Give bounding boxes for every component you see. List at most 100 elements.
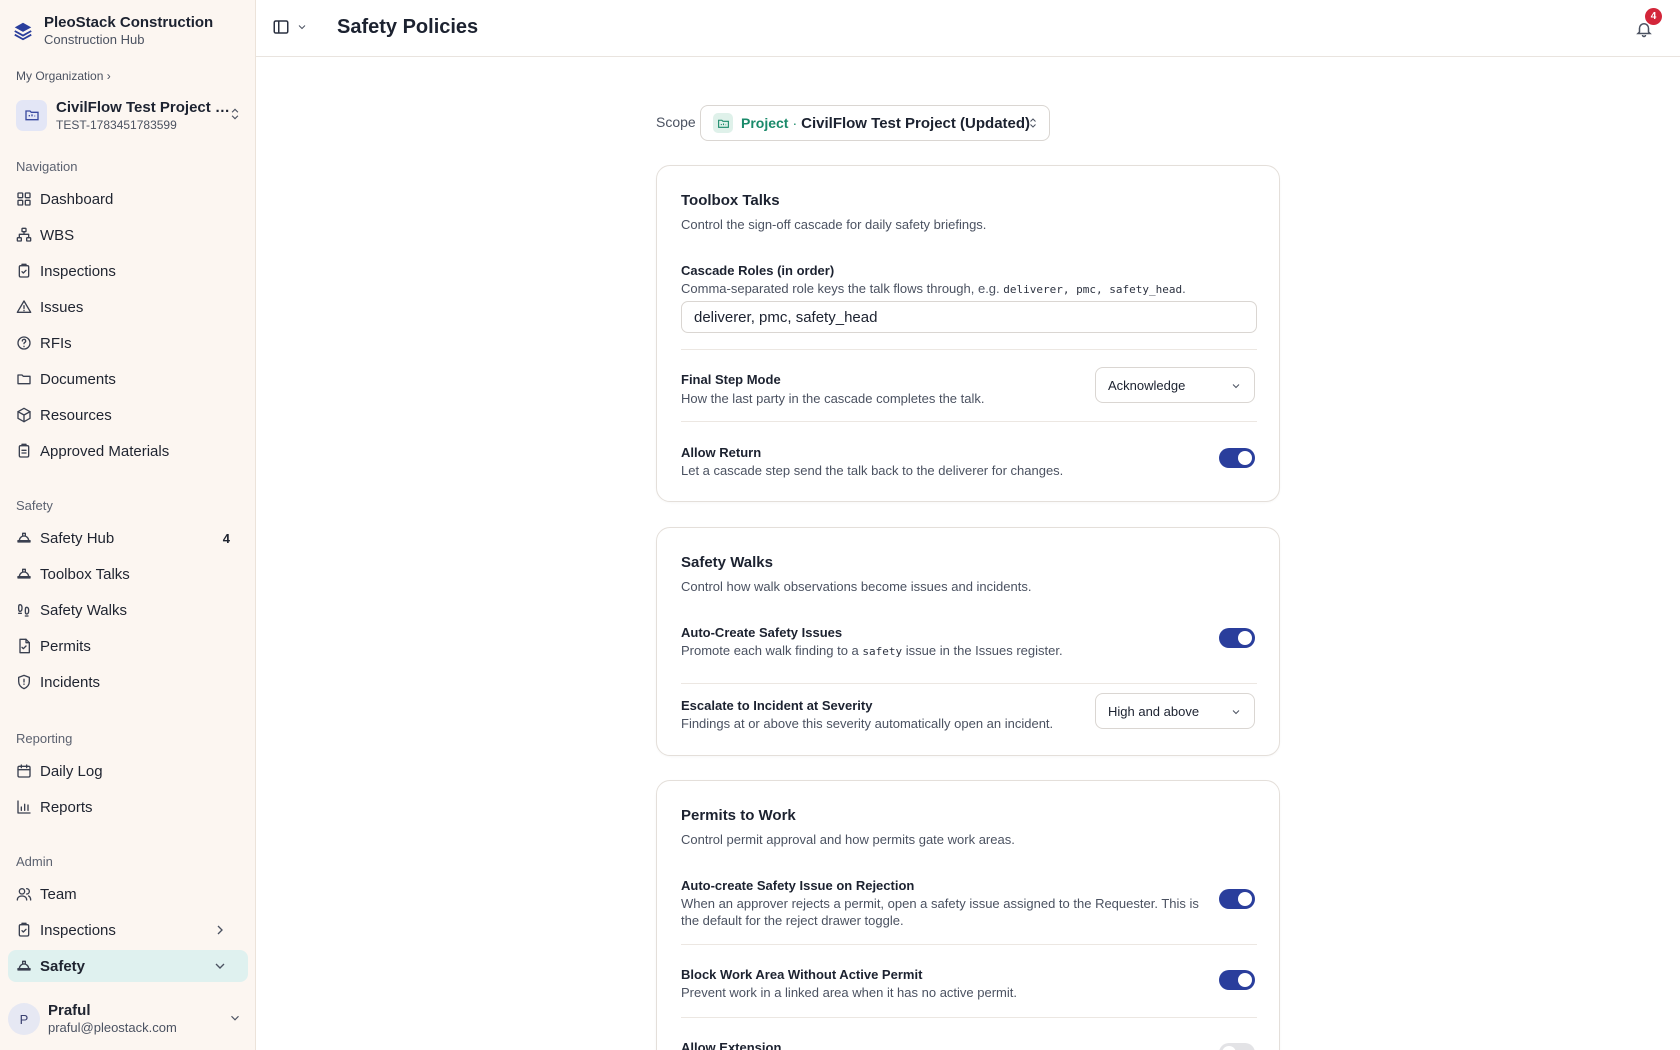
permits-to-work-card: Permits to Work Control permit approval … (656, 780, 1280, 1050)
clipboard-list-icon (18, 443, 30, 458)
sidebar-item-label: Issues (40, 298, 84, 316)
sidebar-item-navigation-documents[interactable]: Documents (8, 363, 248, 395)
sidebar-item-label: Daily Log (40, 762, 103, 780)
scope-selector[interactable]: Project · CivilFlow Test Project (Update… (700, 105, 1050, 141)
sidebar-item-admin-inspections[interactable]: Inspections (8, 914, 248, 946)
sidebar-item-admin-team[interactable]: Team (8, 878, 248, 910)
auto-create-issues-label: Auto-Create Safety Issues (681, 625, 843, 640)
top-header: Safety Policies 4 (256, 0, 1680, 57)
reject-auto-issue-label: Auto-create Safety Issue on Rejection (681, 878, 915, 893)
notification-badge: 4 (1645, 8, 1662, 25)
sidebar-item-safety-incidents[interactable]: Incidents (8, 666, 248, 698)
sidebar-item-label: Inspections (40, 262, 116, 280)
users-icon (16, 888, 32, 901)
block-work-area-toggle[interactable] (1219, 970, 1255, 990)
divider (681, 421, 1257, 422)
sidebar-toggle-button[interactable] (272, 18, 308, 36)
auto-create-issues-toggle[interactable] (1219, 628, 1255, 648)
allow-return-toggle[interactable] (1219, 448, 1255, 468)
card-description: Control permit approval and how permits … (681, 832, 1015, 847)
toolbox-talks-card: Toolbox Talks Control the sign-off casca… (656, 165, 1280, 502)
organization-label: My Organization (16, 69, 104, 83)
folder-icon (17, 374, 31, 385)
scope-label: Scope (656, 114, 696, 130)
final-step-mode-help: How the last party in the cascade comple… (681, 391, 985, 406)
scope-name: CivilFlow Test Project (Updated) (801, 114, 1031, 132)
project-icon (16, 99, 47, 131)
sidebar-item-label: Safety Hub (40, 529, 115, 547)
final-step-mode-value: Acknowledge (1108, 377, 1186, 393)
hard-hat-icon (17, 568, 31, 579)
sidebar-item-safety-safety-hub[interactable]: Safety Hub 4 (8, 522, 248, 554)
project-name: CivilFlow Test Project (U... (56, 98, 234, 116)
card-description: Control how walk observations become iss… (681, 579, 1032, 594)
logo-icon (14, 22, 32, 41)
sidebar-item-safety-toolbox-talks[interactable]: Toolbox Talks (8, 558, 248, 590)
sidebar-item-safety-safety-walks[interactable]: Safety Walks (8, 594, 248, 626)
allow-extension-toggle[interactable] (1219, 1043, 1255, 1050)
sidebar-item-navigation-wbs[interactable]: WBS (8, 219, 248, 251)
sidebar-item-reporting-reports[interactable]: Reports (8, 791, 248, 823)
sidebar-item-label: Safety Walks (40, 601, 127, 619)
sidebar-item-label: WBS (40, 226, 75, 244)
sidebar-item-navigation-approved-materials[interactable]: Approved Materials (8, 435, 248, 467)
sidebar-item-navigation-resources[interactable]: Resources (8, 399, 248, 431)
sidebar-item-label: Incidents (40, 673, 101, 691)
section-label-reporting: Reporting (16, 731, 73, 746)
user-menu[interactable]: P Praful praful@pleostack.com (8, 997, 248, 1041)
escalate-severity-select[interactable]: High and above (1095, 693, 1255, 729)
chevron-down-icon (215, 963, 225, 969)
project-switcher[interactable]: CivilFlow Test Project (U... TEST-178345… (8, 92, 248, 138)
clipboard-check-icon (18, 922, 30, 937)
file-check-icon (19, 638, 30, 654)
sidebar-item-navigation-rfis[interactable]: RFIs (8, 327, 248, 359)
project-folder-icon (713, 113, 733, 133)
sidebar-item-label: Safety (40, 957, 86, 975)
hard-hat-icon (17, 532, 31, 543)
sidebar-item-label: Team (40, 885, 77, 903)
notifications-button[interactable]: 4 (1632, 8, 1662, 41)
cascade-roles-help: Comma-separated role keys the talk flows… (681, 281, 1186, 296)
count-badge: 4 (222, 530, 230, 546)
cascade-help-text: Comma-separated role keys the talk flows… (681, 281, 1000, 296)
card-title: Permits to Work (681, 807, 796, 824)
auto-help-pre: Promote each walk finding to a (681, 643, 859, 658)
brand-name: PleoStack Construction (44, 14, 214, 31)
sidebar-item-reporting-daily-log[interactable]: Daily Log (8, 755, 248, 787)
calendar-icon (17, 764, 31, 778)
chevrons-up-down-icon (1030, 118, 1036, 128)
user-name: Praful (48, 1002, 91, 1019)
clipboard-check-icon (18, 263, 30, 278)
escalate-severity-value: High and above (1108, 703, 1200, 719)
auto-help-post: issue in the Issues register. (905, 643, 1063, 658)
sidebar-item-navigation-dashboard[interactable]: Dashboard (8, 183, 248, 215)
scope-kind: Project (741, 115, 789, 131)
section-label-admin: Admin (16, 854, 53, 869)
reject-auto-issue-toggle[interactable] (1219, 889, 1255, 909)
cascade-help-example: deliverer, pmc, safety_head (1003, 283, 1183, 296)
divider (681, 1017, 1257, 1018)
hard-hat-icon (17, 960, 31, 971)
sidebar-item-navigation-issues[interactable]: Issues (8, 291, 248, 323)
allow-extension-label: Allow Extension (681, 1040, 782, 1050)
sidebar-item-label: Reports (40, 798, 93, 816)
warning-triangle-icon (16, 300, 32, 313)
chevron-down-icon (1232, 384, 1240, 389)
sidebar-item-label: Documents (40, 370, 116, 388)
sidebar-item-admin-safety[interactable]: Safety (8, 950, 248, 982)
allow-return-help: Let a cascade step send the talk back to… (681, 463, 1064, 478)
cascade-roles-input[interactable] (681, 301, 1257, 333)
organization-breadcrumb[interactable]: My Organization › (16, 69, 111, 83)
brand[interactable]: PleoStack Construction Construction Hub (12, 14, 213, 48)
chevron-down-icon (298, 25, 306, 30)
sidebar: PleoStack Construction Construction Hub … (0, 0, 256, 1050)
sidebar-item-navigation-inspections[interactable]: Inspections (8, 255, 248, 287)
final-step-mode-select[interactable]: Acknowledge (1095, 367, 1255, 403)
escalate-severity-help: Findings at or above this severity autom… (681, 716, 1054, 731)
allow-return-label: Allow Return (681, 445, 762, 460)
sidebar-item-label: Inspections (40, 921, 116, 939)
sidebar-item-safety-permits[interactable]: Permits (8, 630, 248, 662)
chevron-down-icon (1232, 710, 1240, 715)
section-label-navigation: Navigation (16, 159, 78, 174)
section-label-safety: Safety (16, 498, 53, 513)
